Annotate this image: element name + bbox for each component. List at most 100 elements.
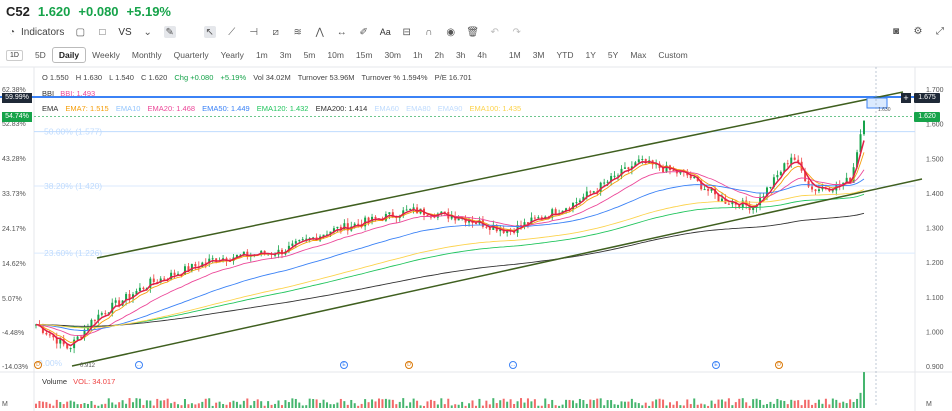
period-selector[interactable]: 1D [6, 49, 23, 61]
volume-bar [464, 405, 467, 408]
candle-body [835, 184, 838, 191]
indicators-button[interactable]: ◔ Indicators [6, 26, 64, 38]
close-value: C 1.620 [141, 73, 168, 82]
period-4h[interactable]: 4h [471, 48, 492, 62]
fullscreen-icon[interactable]: ⤢ [934, 25, 946, 37]
period-1y[interactable]: 1Y [580, 48, 602, 62]
candle-body [128, 293, 131, 299]
volume-bar [627, 401, 630, 408]
volume-bar [485, 400, 488, 408]
volume-bar [617, 404, 620, 408]
event-earnings[interactable]: E [340, 361, 348, 369]
volume-bar [786, 404, 789, 408]
candle-body [731, 202, 734, 205]
volume-bar [235, 401, 238, 408]
volume-bar [838, 402, 841, 408]
turnover-value: Turnover 53.96M [297, 73, 355, 82]
settings-icon[interactable]: ⚙ [912, 25, 924, 37]
period-1M[interactable]: 1M [503, 48, 527, 62]
volume-axis-label: M [926, 401, 932, 408]
candle-body [412, 207, 415, 209]
eye-icon[interactable]: ◉ [445, 26, 457, 38]
period-30m[interactable]: 30m [378, 48, 407, 62]
period-1m[interactable]: 1m [250, 48, 274, 62]
period-1h[interactable]: 1h [407, 48, 428, 62]
pattern-icon[interactable]: ⋀ [314, 26, 326, 38]
candle-body [132, 294, 135, 299]
volume-bar [93, 404, 96, 408]
candle-body [592, 191, 595, 193]
candle-body [568, 208, 571, 210]
fib-label: 38.20% (1.420) [44, 181, 102, 191]
period-3M[interactable]: 3M [527, 48, 551, 62]
period-monthly[interactable]: Monthly [126, 48, 168, 62]
measure-icon[interactable]: ↔ [336, 26, 348, 38]
event-dividend[interactable]: D [405, 361, 413, 369]
square-icon[interactable]: □ [96, 26, 108, 38]
event-dividend[interactable]: D [775, 361, 783, 369]
brush-icon[interactable]: ✐ [358, 26, 370, 38]
ruler-icon[interactable]: ⊟ [401, 26, 413, 38]
period-5m[interactable]: 5m [298, 48, 322, 62]
channel-icon[interactable]: ⧄ [270, 26, 282, 38]
magnet-icon[interactable]: ∩ [423, 26, 435, 38]
volume-bar [267, 401, 270, 408]
ema10-value: EMA10 [115, 104, 141, 113]
candle-body [267, 253, 270, 255]
add-alert-button[interactable]: + [901, 93, 911, 103]
fib-icon[interactable]: ≋ [292, 26, 304, 38]
candle-body [395, 216, 398, 219]
period-2h[interactable]: 2h [428, 48, 449, 62]
layout-icon[interactable]: ▢ [74, 26, 86, 38]
period-15m[interactable]: 15m [350, 48, 379, 62]
volume-bar [610, 400, 613, 408]
compare-button[interactable]: VS [118, 27, 131, 38]
candle-body [495, 225, 498, 232]
period-weekly[interactable]: Weekly [86, 48, 126, 62]
period-5d[interactable]: 5D [29, 48, 52, 62]
period-3h[interactable]: 3h [450, 48, 471, 62]
cursor-icon[interactable]: ↖ [203, 26, 216, 38]
event-more[interactable]: ... [135, 361, 143, 369]
ema-line [35, 212, 865, 327]
period-10m[interactable]: 10m [321, 48, 350, 62]
event-earnings[interactable]: E [712, 361, 720, 369]
volume-bar [433, 400, 436, 408]
candle-body [468, 220, 471, 223]
volume-bar [710, 400, 713, 408]
volume-bar [513, 403, 516, 408]
period-3m[interactable]: 3m [274, 48, 298, 62]
period-quarterly[interactable]: Quarterly [168, 48, 215, 62]
event-dividend[interactable]: D [34, 361, 42, 369]
text-tool-button[interactable]: Aa [380, 27, 391, 37]
trash-icon[interactable]: 🗑 [466, 26, 479, 38]
trend-line-icon[interactable]: ⟋ [226, 26, 238, 38]
ema-name: EMA [42, 104, 59, 113]
volume-bar [287, 402, 290, 408]
bbi-legend[interactable]: BBI BBI: 1.493 [42, 89, 95, 98]
volume-bar [128, 398, 131, 408]
volume-legend[interactable]: Volume VOL: 34.017 [42, 377, 115, 386]
event-more[interactable]: ... [509, 361, 517, 369]
chevron-down-icon[interactable]: ⌄ [142, 26, 154, 38]
period-max[interactable]: Max [624, 48, 652, 62]
volume-bar [779, 400, 782, 408]
volume-bar [502, 398, 505, 408]
candle-body [644, 159, 647, 164]
period-custom[interactable]: Custom [652, 48, 693, 62]
horizontal-line-icon[interactable]: ⊣ [248, 26, 260, 38]
undo-icon[interactable]: ↶ [489, 26, 501, 38]
volume-bar [849, 399, 852, 408]
period-daily[interactable]: Daily [51, 47, 87, 63]
period-ytd[interactable]: YTD [551, 48, 580, 62]
fib-label: 50.00% (1.577) [44, 127, 102, 137]
volume-bar [696, 404, 699, 408]
redo-icon[interactable]: ↷ [511, 26, 523, 38]
ema-legend[interactable]: EMA EMA7: 1.515 EMA10 EMA20: 1.468 EMA50… [42, 104, 526, 113]
period-yearly[interactable]: Yearly [215, 48, 250, 62]
candle-body [596, 191, 599, 193]
draw-pen-icon[interactable]: ✎ [163, 26, 176, 38]
camera-icon[interactable]: ◙ [890, 25, 902, 37]
period-5y[interactable]: 5Y [602, 48, 624, 62]
volume-bar [811, 404, 814, 408]
